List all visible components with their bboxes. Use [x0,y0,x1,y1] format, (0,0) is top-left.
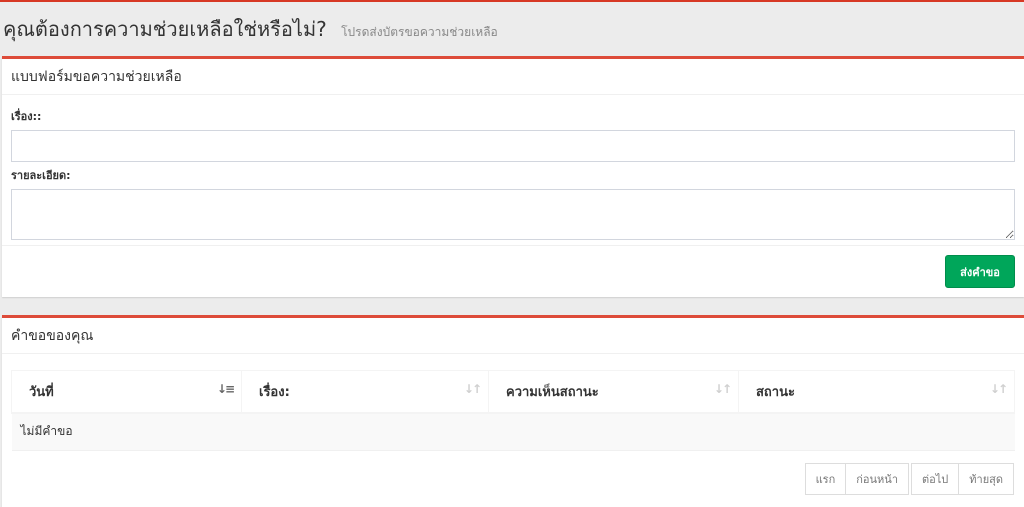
column-header-subject[interactable]: เรื่อง: ↓↑ [241,370,489,414]
pagination: แรก ก่อนหน้า ต่อไป ท้ายสุด [804,463,1014,495]
pagination-next-button[interactable]: ต่อไป [911,463,960,495]
pagination-first-button[interactable]: แรก [804,463,847,495]
page-header: คุณต้องการความช่วยเหลือใช่หรือไม่? โปรดส… [0,2,1024,56]
column-label: ความเห็นสถานะ [506,384,599,400]
support-form-body: เรื่อง:: รายละเอียด: [2,95,1024,244]
subject-label: เรื่อง:: [11,110,42,123]
column-header-date[interactable]: วันที่ ↓≡ [11,370,242,414]
table-row: ไม่มีคำขอ [11,412,1015,451]
column-label: วันที่ [29,384,54,400]
page-title-text: คุณต้องการความช่วยเหลือใช่หรือไม่? [3,17,327,41]
column-label: เรื่อง: [259,384,290,400]
sort-icon: ↓↑ [463,382,482,396]
pagination-last-button[interactable]: ท้ายสุด [958,463,1014,495]
details-textarea[interactable] [11,189,1015,240]
column-header-status-comment[interactable]: ความเห็นสถานะ ↓↑ [488,370,739,414]
page-subtitle: โปรดส่งบัตรขอความช่วยเหลือ [341,25,498,39]
support-form-header: แบบฟอร์มขอความช่วยเหลือ [2,59,1024,95]
sort-icon: ↓↑ [713,382,732,396]
submit-request-button[interactable]: ส่งคำขอ [945,255,1015,288]
support-form-footer: ส่งคำขอ [2,245,1024,297]
requests-box: คำขอของคุณ วันที่ ↓≡ เรื่อง: ↓↑ ความเห็น… [2,315,1024,507]
pagination-previous-button[interactable]: ก่อนหน้า [845,463,909,495]
column-label: สถานะ [756,384,795,400]
table-header-row: วันที่ ↓≡ เรื่อง: ↓↑ ความเห็นสถานะ ↓↑ สถ… [11,370,1015,414]
column-header-status[interactable]: สถานะ ↓↑ [738,370,1015,414]
subject-input[interactable] [11,130,1015,162]
requests-body: วันที่ ↓≡ เรื่อง: ↓↑ ความเห็นสถานะ ↓↑ สถ… [2,354,1024,451]
empty-table-message: ไม่มีคำขอ [11,412,1015,451]
requests-header: คำขอของคุณ [2,318,1024,354]
details-label: รายละเอียด: [11,169,71,182]
page-title: คุณต้องการความช่วยเหลือใช่หรือไม่? โปรดส… [3,13,498,45]
support-form-box: แบบฟอร์มขอความช่วยเหลือ เรื่อง:: รายละเอ… [2,56,1024,297]
requests-table: วันที่ ↓≡ เรื่อง: ↓↑ ความเห็นสถานะ ↓↑ สถ… [11,370,1015,451]
sort-descending-icon: ↓≡ [216,382,235,396]
sort-icon: ↓↑ [989,382,1008,396]
